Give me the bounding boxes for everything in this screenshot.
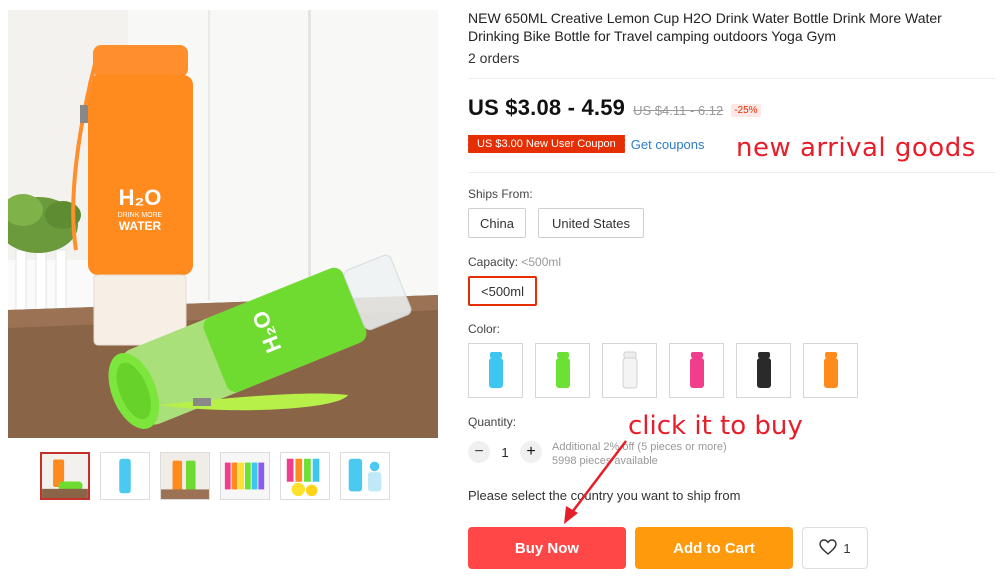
thumbnail-3[interactable]: [160, 452, 210, 500]
quantity-minus-button[interactable]: −: [468, 441, 490, 463]
thumbnail-2[interactable]: [100, 452, 150, 500]
color-swatch-sky-blue[interactable]: [468, 343, 523, 398]
orange-bottle-word: WATER: [119, 219, 162, 233]
new-arrival-annotation: new arrival goods: [736, 133, 976, 163]
pieces-available: 5998 pieces available: [552, 455, 658, 467]
color-swatch-green[interactable]: [535, 343, 590, 398]
quantity-value[interactable]: 1: [490, 445, 520, 460]
capacity-label-row: Capacity: <500ml: [468, 255, 561, 269]
orange-bottle-brand: H₂O: [119, 185, 162, 210]
ships-from-label: Ships From:: [468, 187, 533, 201]
capacity-label: Capacity:: [468, 255, 519, 269]
orange-bottle-tagline: DRINK MORE: [118, 212, 163, 219]
ship-option-united-states[interactable]: United States: [538, 208, 644, 238]
quantity-info: Additional 2% off (5 pieces or more) 599…: [552, 440, 727, 468]
wishlist-button[interactable]: 1: [802, 527, 868, 569]
product-title: NEW 650ML Creative Lemon Cup H2O Drink W…: [468, 10, 942, 44]
main-product-photo[interactable]: H₂O DRINK MORE WATER H₂O: [8, 10, 438, 438]
color-label: Color:: [468, 322, 501, 336]
quantity-plus-button[interactable]: +: [520, 441, 542, 463]
heart-icon: [819, 538, 838, 558]
divider: [468, 78, 996, 79]
buy-now-button[interactable]: Buy Now: [468, 527, 626, 569]
capacity-selected-value: <500ml: [521, 255, 562, 269]
thumbnail-1[interactable]: [40, 452, 90, 500]
ship-option-china[interactable]: China: [468, 208, 526, 238]
quantity-stepper: − 1 +: [468, 441, 542, 463]
bulk-discount-note: Additional 2% off (5 pieces or more): [552, 441, 727, 453]
color-swatch-white[interactable]: [602, 343, 657, 398]
capacity-option-500ml[interactable]: <500ml: [468, 276, 537, 306]
coupon-row: US $3.00 New User Coupon Get coupons: [466, 135, 705, 153]
original-price: US $4.11 - 6.12: [633, 103, 724, 118]
product-photo-illustration: H₂O DRINK MORE WATER H₂O: [8, 10, 438, 438]
current-price: US $3.08 - 4.59: [468, 95, 626, 120]
ship-country-note: Please select the country you want to sh…: [468, 488, 741, 503]
color-swatch-black[interactable]: [736, 343, 791, 398]
order-count: 2 orders: [468, 50, 520, 66]
discount-badge: -25%: [731, 104, 761, 117]
price-row: US $3.08 - 4.59 US $4.11 - 6.12 -25%: [468, 95, 761, 121]
divider: [468, 172, 996, 173]
new-user-coupon-tag[interactable]: US $3.00 New User Coupon: [466, 135, 625, 153]
click-to-buy-annotation: click it to buy: [628, 411, 803, 441]
add-to-cart-button[interactable]: Add to Cart: [635, 527, 793, 569]
color-swatch-orange[interactable]: [803, 343, 858, 398]
quantity-label: Quantity:: [468, 415, 517, 429]
get-coupons-link[interactable]: Get coupons: [631, 137, 705, 152]
thumbnail-strip: [40, 452, 390, 500]
wishlist-count: 1: [843, 540, 851, 556]
thumbnail-6[interactable]: [340, 452, 390, 500]
thumbnail-4[interactable]: [220, 452, 270, 500]
color-swatch-pink[interactable]: [669, 343, 724, 398]
thumbnail-5[interactable]: [280, 452, 330, 500]
